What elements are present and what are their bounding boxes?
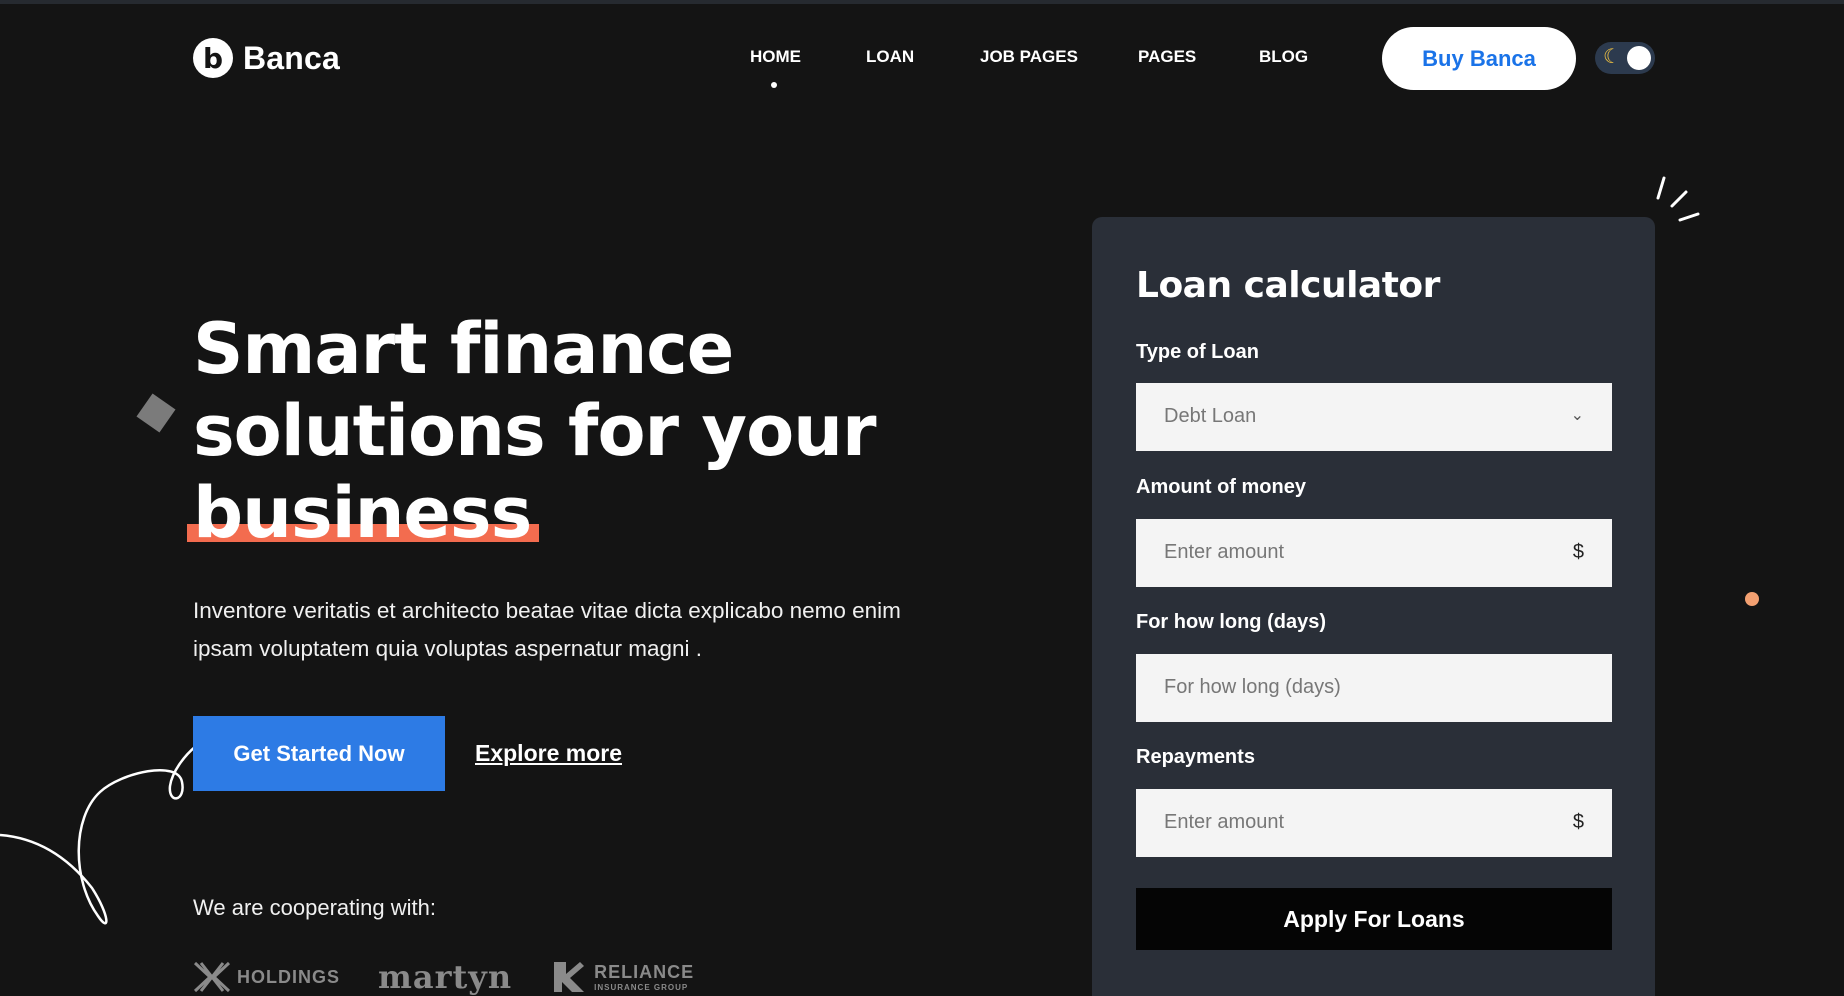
partner-logo-reliance: RELIANCE INSURANCE GROUP — [550, 958, 694, 996]
moon-icon: ☾ — [1603, 46, 1621, 68]
hero-title-highlight-word: business — [193, 472, 532, 554]
logo-letter: b — [202, 41, 224, 75]
amount-label: Amount of money — [1136, 476, 1306, 498]
dollar-icon: $ — [1572, 541, 1584, 563]
holdings-icon — [193, 961, 231, 993]
reliance-name: RELIANCE — [594, 962, 695, 982]
logo-text: Banca — [243, 39, 341, 76]
hero-title-line-2: solutions for your — [193, 390, 877, 472]
partner-name-reliance: RELIANCE INSURANCE GROUP — [594, 962, 694, 992]
nav-item-job-pages[interactable]: JOB PAGES — [980, 47, 1078, 67]
logo-icon: b — [193, 38, 233, 78]
duration-label: For how long (days) — [1136, 611, 1326, 633]
hero-title-line-1: Smart finance — [193, 308, 734, 390]
nav-active-indicator — [771, 82, 777, 88]
calculator-title: Loan calculator — [1136, 265, 1440, 306]
cooperating-label: We are cooperating with: — [193, 895, 436, 920]
reliance-subtitle: INSURANCE GROUP — [594, 983, 689, 992]
loan-type-select[interactable]: Debt Loan ⌄ — [1136, 383, 1612, 451]
apply-for-loans-button[interactable]: Apply For Loans — [1136, 888, 1612, 950]
partner-name-holdings: HOLDINGS — [237, 966, 341, 987]
loan-type-value: Debt Loan — [1164, 405, 1257, 427]
partner-name-martyn: martyn — [378, 958, 513, 996]
nav-item-blog[interactable]: BLOG — [1259, 47, 1308, 67]
nav-item-pages[interactable]: PAGES — [1138, 47, 1196, 67]
hero-title: Smart finance solutions for your busines… — [187, 308, 913, 554]
repayments-input[interactable]: Enter amount $ — [1136, 789, 1612, 857]
dollar-icon: $ — [1572, 811, 1584, 833]
reliance-icon — [554, 962, 585, 992]
hero-description: Inventore veritatis et architecto beatae… — [193, 598, 901, 661]
partner-logos: HOLDINGS martyn RELIANCE INSURANCE GROUP — [193, 958, 694, 996]
loan-type-label: Type of Loan — [1136, 341, 1259, 363]
amount-input[interactable]: Enter amount $ — [1136, 519, 1612, 587]
repayments-placeholder: Enter amount — [1164, 811, 1285, 833]
partner-logo-martyn: martyn — [378, 958, 512, 996]
get-started-button[interactable]: Get Started Now — [193, 716, 445, 791]
theme-toggle[interactable]: ☾ — [1595, 42, 1655, 74]
loan-calculator-card: Loan calculator Type of Loan Debt Loan ⌄… — [1092, 217, 1655, 996]
decorative-sparkle — [1656, 176, 1700, 222]
decorative-swirl — [0, 745, 197, 925]
decorative-dot — [1745, 592, 1759, 606]
toggle-knob — [1627, 46, 1651, 70]
nav-item-home[interactable]: HOME — [750, 47, 801, 67]
hero-title-line-3: business — [187, 472, 539, 554]
repayments-label: Repayments — [1136, 746, 1255, 768]
logo[interactable]: b Banca — [193, 38, 340, 78]
top-border — [0, 0, 1844, 4]
duration-placeholder: For how long (days) — [1164, 676, 1341, 698]
buy-banca-button[interactable]: Buy Banca — [1382, 27, 1576, 90]
nav-item-loan[interactable]: LOAN — [866, 47, 914, 67]
partner-logo-holdings: HOLDINGS — [193, 961, 340, 993]
decorative-diamond — [136, 393, 176, 433]
amount-placeholder: Enter amount — [1164, 541, 1285, 563]
explore-more-link[interactable]: Explore more — [475, 740, 622, 767]
duration-input[interactable]: For how long (days) — [1136, 654, 1612, 722]
chevron-down-icon: ⌄ — [1570, 407, 1584, 424]
